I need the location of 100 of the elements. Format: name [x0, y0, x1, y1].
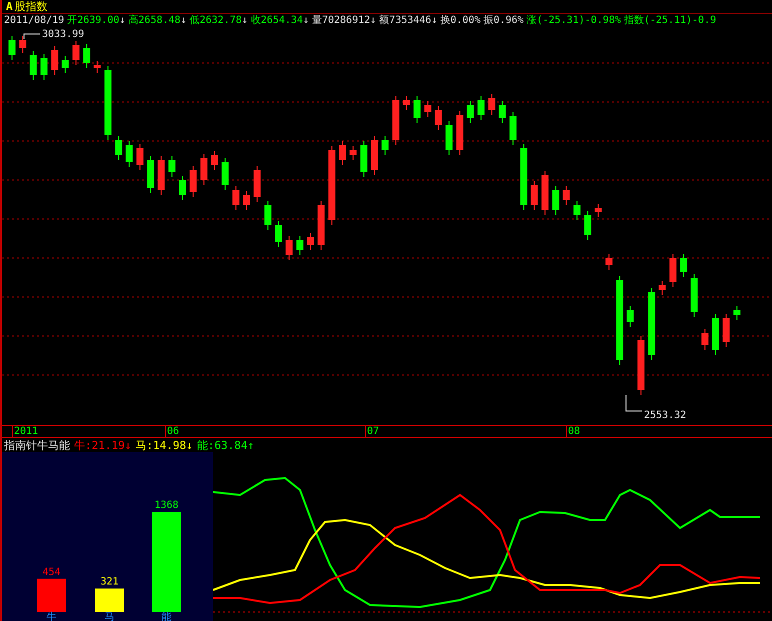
bar-value-label: 1368: [154, 500, 179, 511]
quote-value: 额7353446: [379, 16, 432, 26]
candlestick: [542, 170, 548, 216]
candlestick: [626, 306, 634, 328]
candlestick: [498, 100, 506, 124]
index-letter: A: [6, 1, 13, 12]
bar-category-label: 马: [104, 612, 114, 621]
candlestick: [360, 140, 368, 178]
candlestick: [264, 200, 272, 230]
candlestick: [552, 186, 560, 216]
quote-value: 收2654.34: [250, 16, 303, 26]
indicator-reading: 马:14.98↓: [135, 440, 193, 450]
date-axis-label: 07: [365, 426, 380, 438]
candlestick: [136, 144, 144, 170]
candlestick: [286, 236, 293, 260]
candlestick: [232, 186, 240, 210]
candlestick: [19, 36, 26, 54]
candlestick: [488, 94, 496, 116]
candlestick: [562, 186, 570, 206]
bar-category-label: 能: [162, 612, 172, 621]
candlestick: [530, 180, 538, 210]
candlestick: [30, 50, 37, 80]
quote-value: 换0.00%: [440, 16, 480, 26]
candlestick: [254, 166, 261, 202]
high-price-label: 3033.99: [42, 29, 84, 40]
candlestick: [520, 144, 528, 210]
candlestick: [94, 60, 101, 74]
date-axis-label: 06: [165, 426, 180, 438]
quote-value: 指数(-25.11)-0.9: [624, 16, 716, 26]
candlestick: [296, 236, 304, 256]
candlestick: [669, 254, 676, 288]
bar: [37, 578, 66, 612]
candlestick: [605, 254, 612, 270]
candlestick: [456, 110, 464, 156]
candlestick: [658, 280, 666, 296]
candlestick: [733, 306, 740, 320]
candlestick: [701, 328, 708, 350]
candlestick: [83, 44, 90, 68]
low-price-label: 2553.32: [644, 410, 686, 421]
candlestick: [243, 190, 250, 210]
candlestick: [72, 40, 80, 66]
candlestick: [370, 136, 378, 176]
candlestick: [318, 200, 325, 250]
candlestick: [680, 254, 688, 278]
quote-value: 低2632.78: [190, 16, 242, 26]
quote-value: 量70286912: [312, 16, 370, 26]
candlestick: [414, 96, 421, 124]
candlestick: [190, 166, 197, 198]
candlestick: [168, 156, 176, 178]
quote-value: 高2658.48: [128, 16, 181, 26]
leader-line: [626, 394, 642, 412]
candlestick: [179, 176, 186, 200]
candlestick: [115, 136, 122, 160]
quote-value: 开2639.00: [67, 16, 120, 26]
trend-arrow: ↓: [370, 16, 376, 26]
candlestick: [637, 336, 644, 396]
candlestick: [222, 158, 229, 190]
indicator-reading: 牛:21.19↓: [74, 440, 132, 450]
trend-arrow: ↓: [431, 16, 438, 26]
candlestick: [712, 314, 720, 356]
candlestick: [8, 36, 16, 60]
candlestick: [200, 154, 208, 186]
leader-line: [24, 34, 40, 40]
candlestick: [510, 112, 517, 146]
candlestick: [350, 146, 357, 160]
candlestick: [40, 54, 48, 80]
bar-value-label: 321: [100, 576, 119, 588]
trend-arrow: ↓: [119, 16, 126, 26]
candlestick: [147, 156, 154, 194]
bar: [95, 588, 124, 612]
trend-arrow: ↓: [302, 16, 309, 26]
trend-arrow: ↓: [242, 16, 248, 26]
indicator-name: 指南针牛马能: [4, 440, 70, 450]
candlestick: [446, 120, 453, 156]
candlestick: [478, 96, 485, 120]
indicator-reading: 能:63.84↑: [196, 440, 254, 450]
date-axis-label: 2011: [12, 426, 38, 438]
quote-value: 涨(-25.31)-0.98%: [526, 16, 621, 26]
candlestick: [62, 56, 69, 74]
quote-value: 振0.96%: [483, 16, 524, 26]
candlestick: [584, 210, 592, 240]
candlestick: [306, 232, 314, 250]
candlestick: [434, 106, 442, 130]
bar-category-label: 牛: [46, 612, 56, 621]
candlestick: [275, 220, 282, 248]
candlestick: [402, 96, 410, 110]
candlestick: [424, 100, 432, 118]
candlestick: [722, 314, 730, 348]
candlestick: [382, 136, 389, 156]
candlestick: [594, 204, 602, 218]
candlestick: [466, 100, 474, 124]
candlestick: [158, 156, 165, 196]
chart-title: 股指数: [14, 1, 48, 12]
date-axis-label: 08: [566, 426, 580, 438]
candlestick: [51, 46, 58, 76]
trend-arrow: ↓: [180, 16, 187, 26]
quote-value: 2011/08/19: [4, 16, 64, 26]
candlestick: [690, 274, 698, 318]
candlestick: [392, 96, 400, 146]
candlestick: [573, 200, 580, 220]
